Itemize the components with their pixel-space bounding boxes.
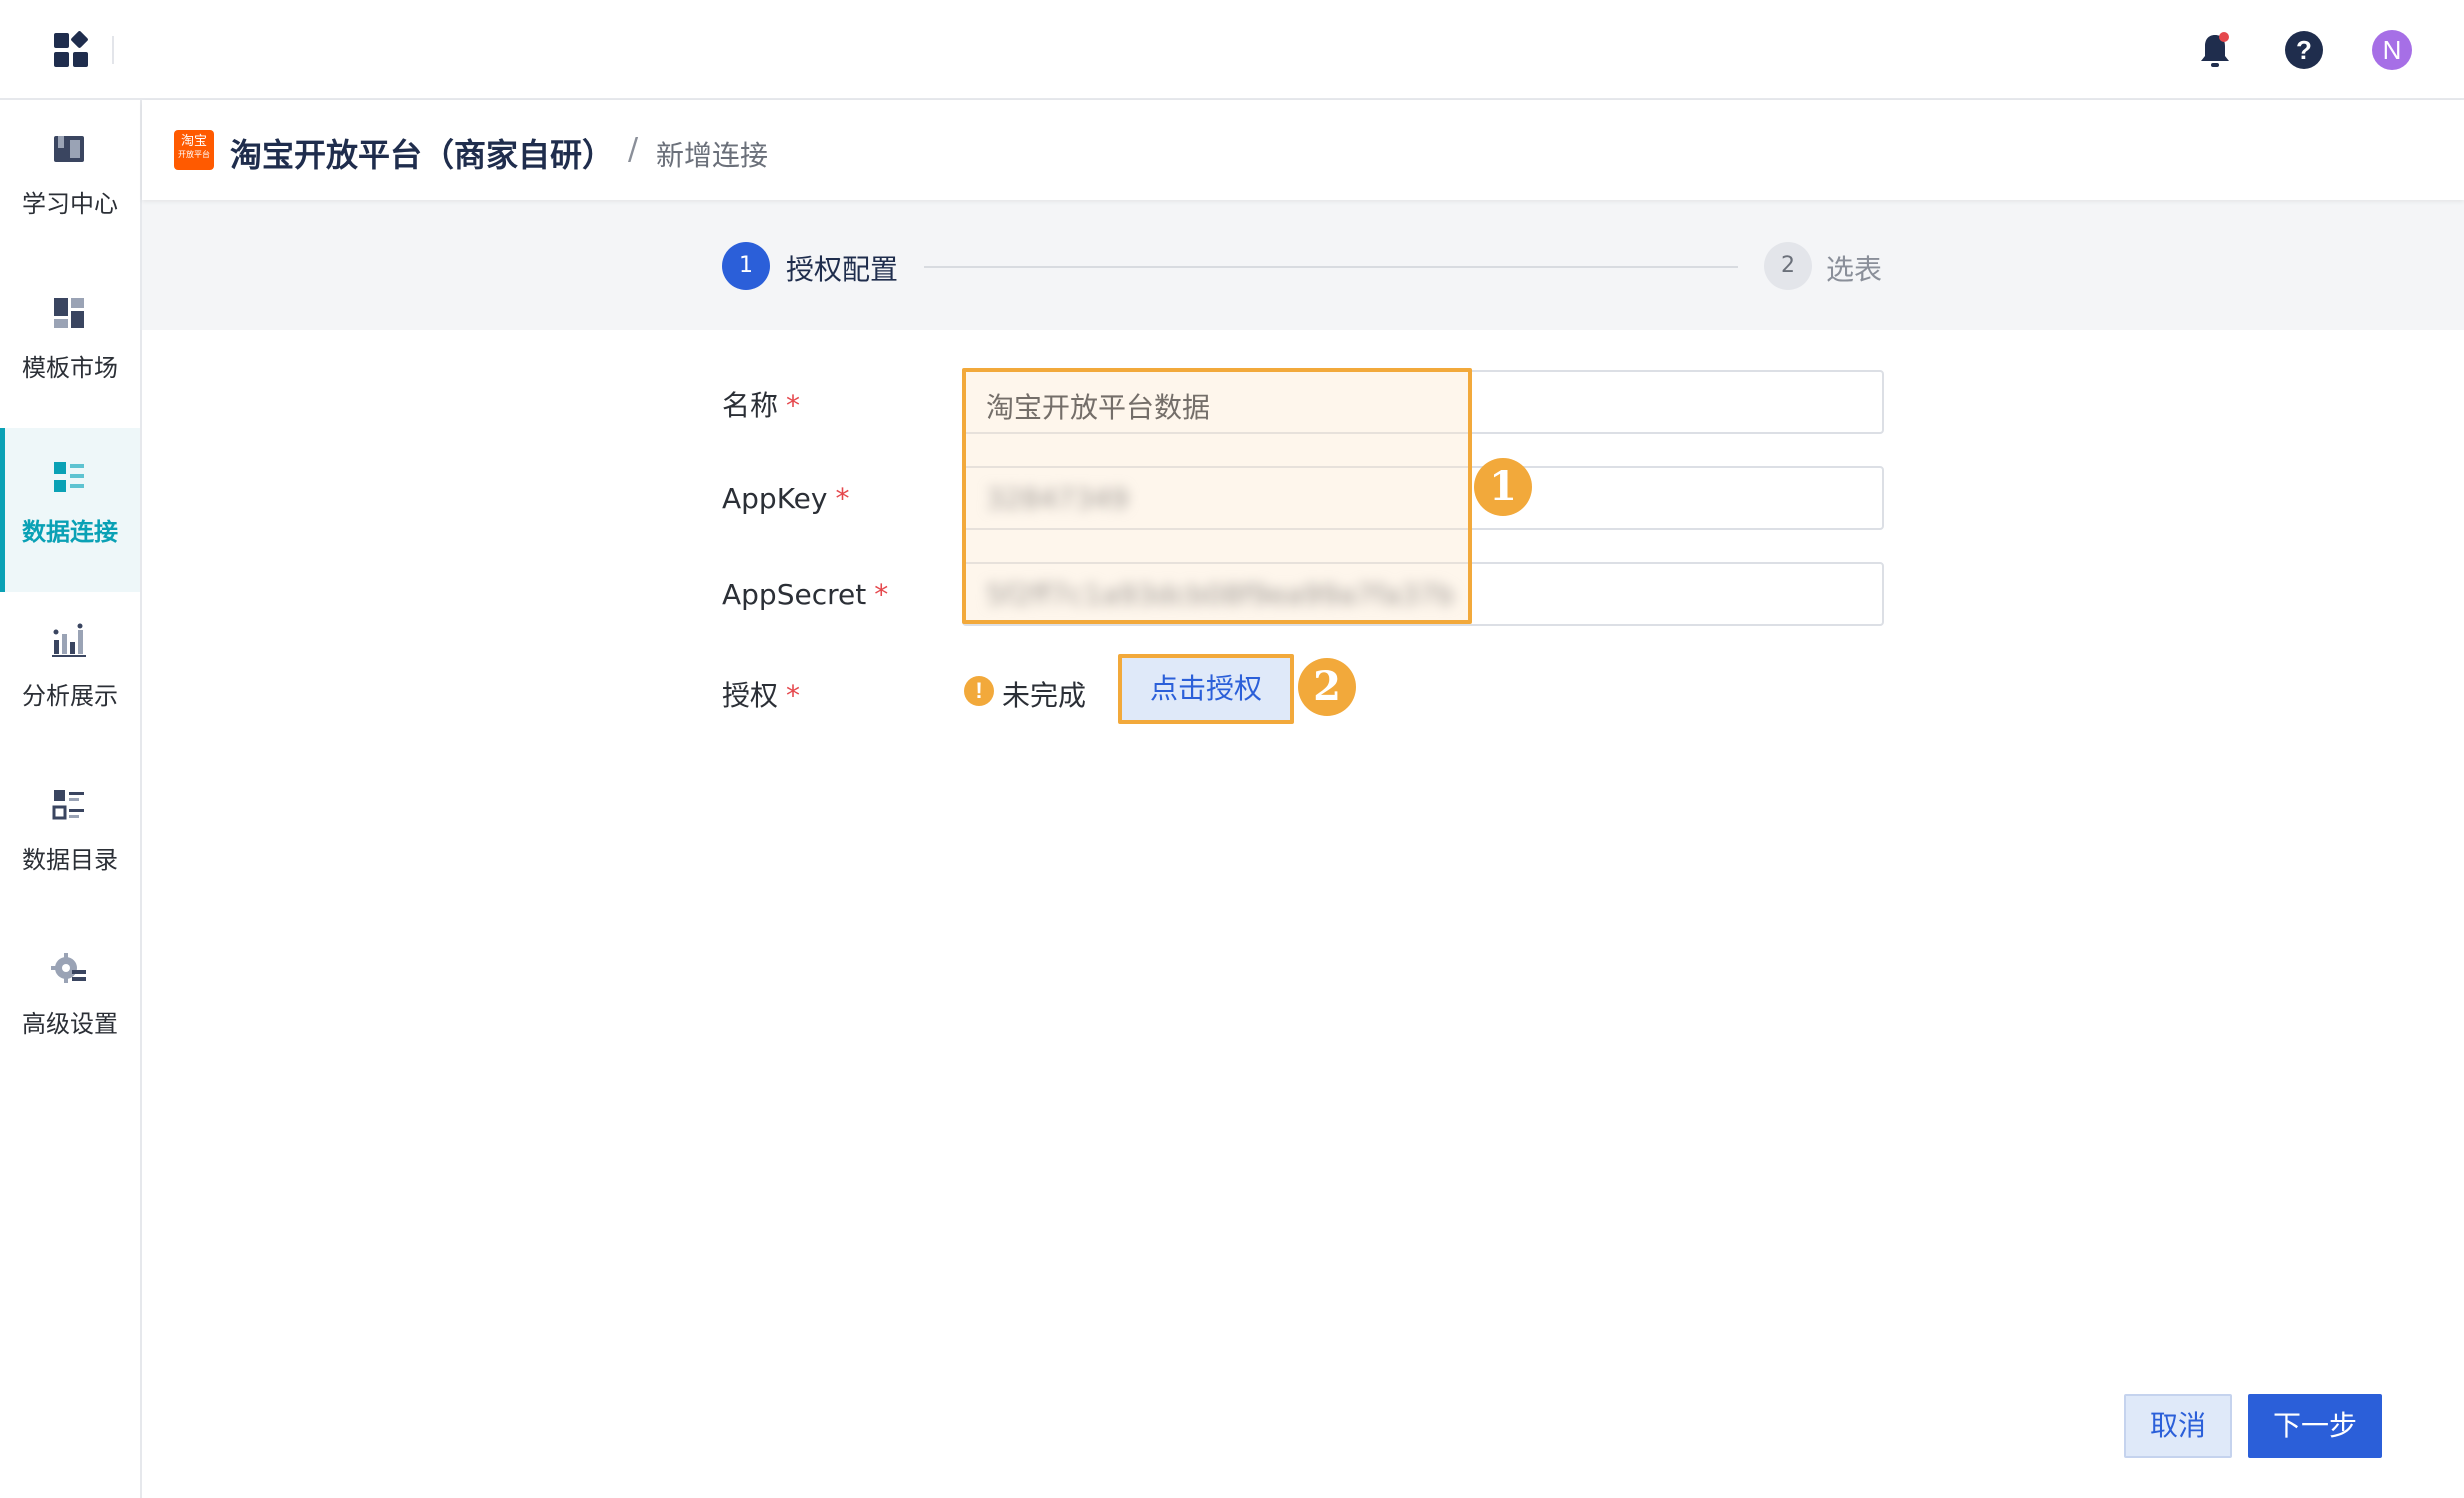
sidebar-item-advanced-settings[interactable]: 高级设置 [0,920,140,1084]
panel-header: 淘宝 开放平台 淘宝开放平台（商家自研） / 新增连接 [142,100,2464,200]
next-step-button[interactable]: 下一步 [2248,1394,2382,1458]
name-label: 名称 * [722,384,800,424]
required-mark: * [874,578,889,611]
sidebar-item-learning-center[interactable]: 学习中心 [0,100,140,264]
sidebar-item-data-catalog[interactable]: 数据目录 [0,756,140,920]
breadcrumb-separator: / [628,132,639,167]
sidebar: 学习中心 模板市场 数据连接 分析展示 数据目录 高级设置 [0,100,142,1498]
step-1-label: 授权配置 [786,253,899,286]
required-mark: * [786,679,801,712]
appkey-label: AppKey * [722,482,849,515]
step-1-number: 1 [722,242,770,290]
book-icon [54,136,84,162]
taobao-logo: 淘宝 开放平台 [174,130,214,170]
cancel-button[interactable]: 取消 [2124,1394,2232,1458]
sidebar-item-data-connection[interactable]: 数据连接 [0,428,140,592]
step-2-number: 2 [1764,242,1812,290]
required-mark: * [835,482,850,515]
sidebar-item-label: 分析展示 [22,682,118,710]
topbar-divider [112,36,114,64]
appkey-field[interactable]: 32847349 [962,466,1884,530]
name-field[interactable]: 淘宝开放平台数据 [962,370,1884,434]
logo-text-top: 淘宝 [180,134,207,149]
name-label-text: 名称 [722,389,779,422]
annotation-badge-2: 2 [1298,658,1356,716]
auth-status: 未完成 [1002,679,1087,712]
data-connection-icon [54,462,84,492]
catalog-icon [52,790,84,820]
sidebar-item-label: 学习中心 [22,190,118,218]
settings-icon [51,953,86,983]
page-title: 淘宝开放平台（商家自研） [230,136,615,174]
sidebar-item-analysis[interactable]: 分析展示 [0,592,140,756]
steps-bar: 1 授权配置 2 选表 [142,200,2464,330]
top-bar: ? N [0,0,2464,100]
sidebar-item-label: 数据目录 [22,846,118,874]
template-icon [54,298,84,328]
app-grid-icon[interactable] [54,30,89,67]
sidebar-item-label: 数据连接 [22,518,118,546]
help-icon[interactable]: ? [2285,31,2323,69]
appsecret-label: AppSecret * [722,578,888,611]
appkey-label-text: AppKey [722,482,828,515]
step-2-label: 选表 [1826,253,1883,286]
auth-label: 授权 * [722,674,800,714]
avatar[interactable]: N [2372,30,2412,70]
annotation-badge-1: 1 [1474,458,1532,516]
chart-icon [52,623,86,657]
sidebar-item-label: 模板市场 [22,354,118,382]
sidebar-item-template-market[interactable]: 模板市场 [0,264,140,428]
breadcrumb: 新增连接 [656,139,769,172]
appsecret-label-text: AppSecret [722,578,867,611]
name-value: 淘宝开放平台数据 [986,391,1211,424]
logo-text-bottom: 开放平台 [178,150,210,159]
authorize-button[interactable]: 点击授权 [1118,654,1294,724]
appkey-value: 32847349 [986,482,1129,515]
step-connector [924,266,1738,268]
auth-label-text: 授权 [722,679,779,712]
warning-icon: ! [964,676,994,706]
sidebar-item-label: 高级设置 [22,1010,118,1038]
bell-icon[interactable] [2198,30,2232,70]
appsecret-field[interactable]: 5f2ff7c1a93dcb08f9ea99a7fa37b [962,562,1884,626]
appsecret-value: 5f2ff7c1a93dcb08f9ea99a7fa37b [986,578,1455,611]
required-mark: * [786,389,801,422]
